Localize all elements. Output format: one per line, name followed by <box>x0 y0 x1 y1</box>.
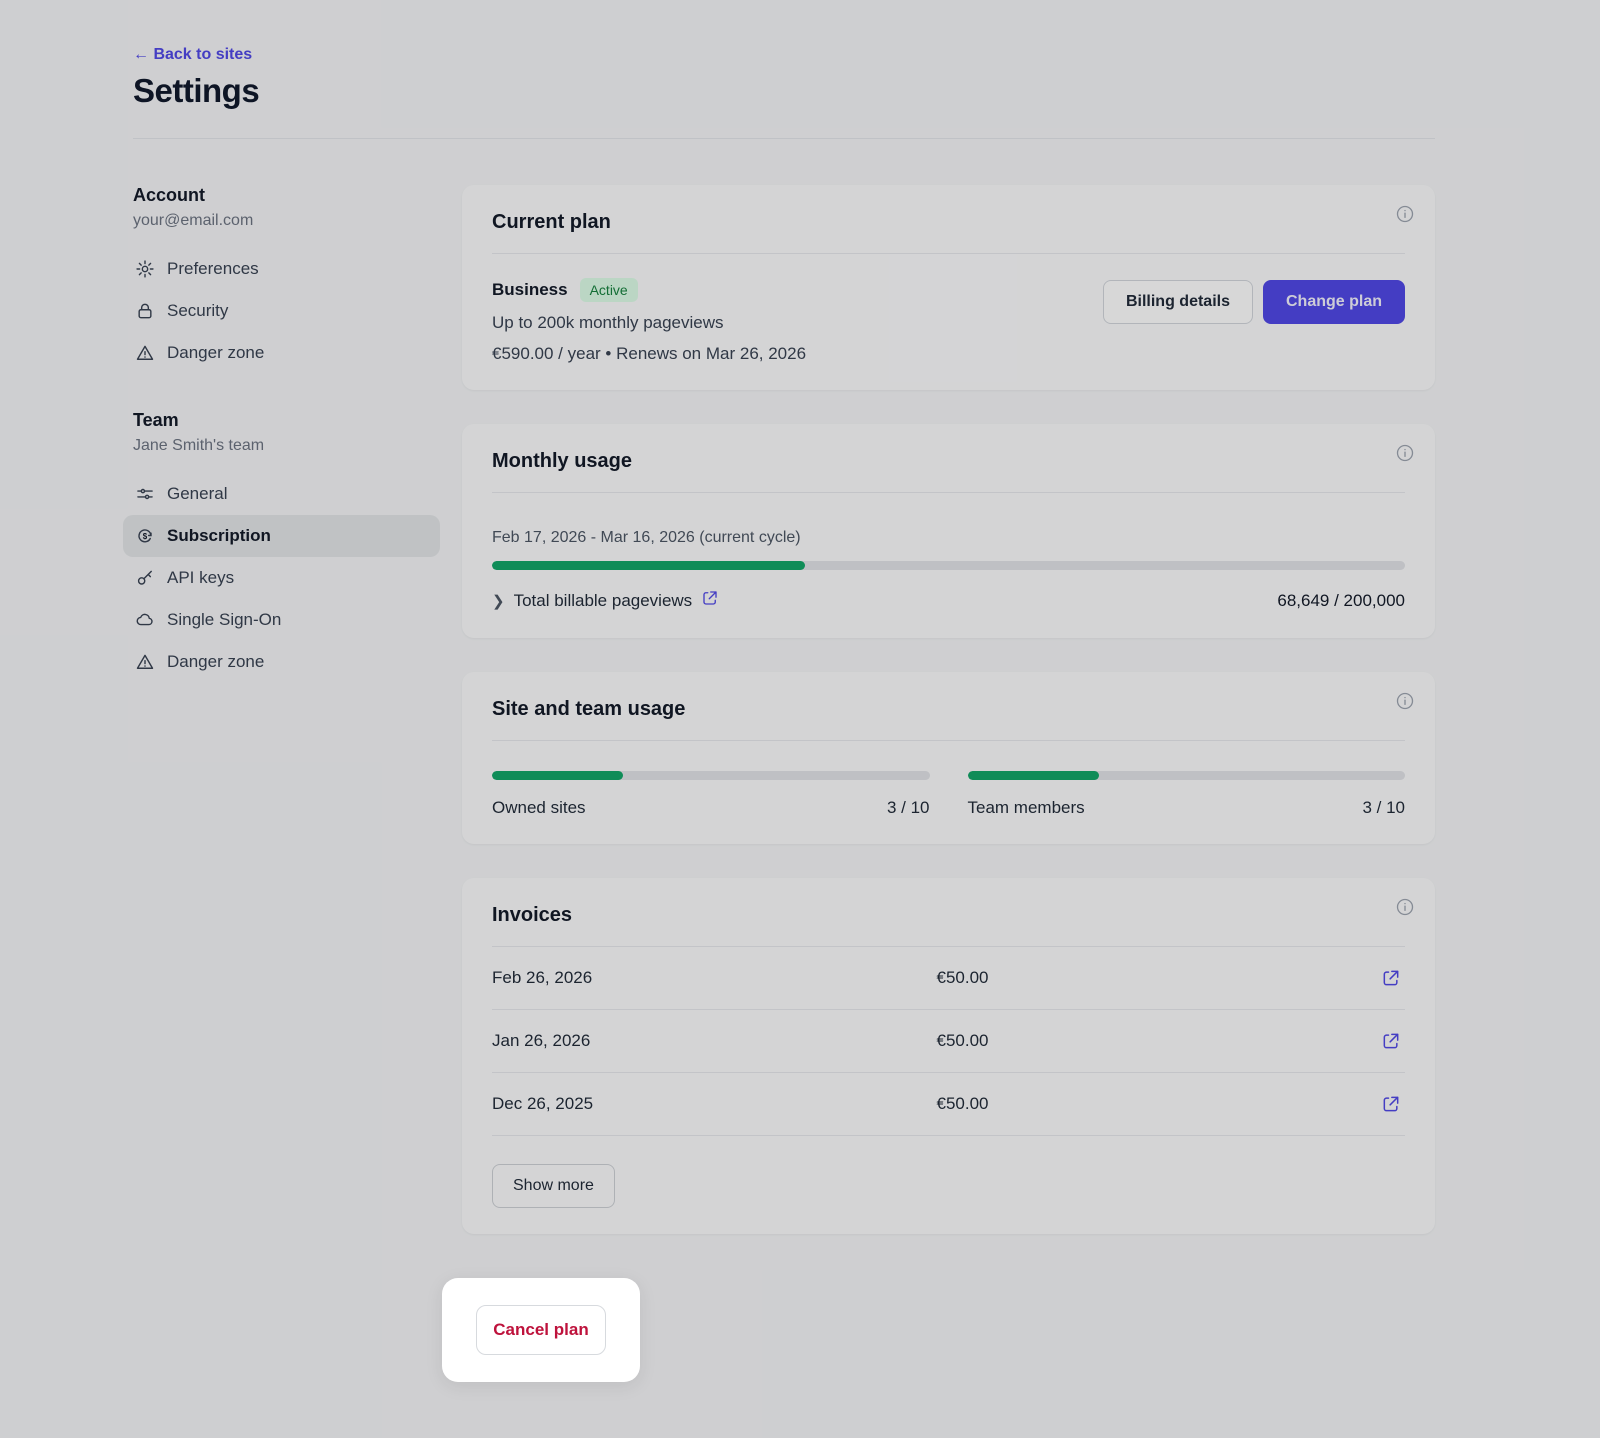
cancel-plan-button[interactable]: Cancel plan <box>476 1305 606 1355</box>
cancel-plan-spotlight: Cancel plan <box>442 1278 640 1382</box>
settings-page: ← Back to sites Settings Account your@em… <box>0 0 1600 1438</box>
dim-overlay <box>0 0 1600 1438</box>
